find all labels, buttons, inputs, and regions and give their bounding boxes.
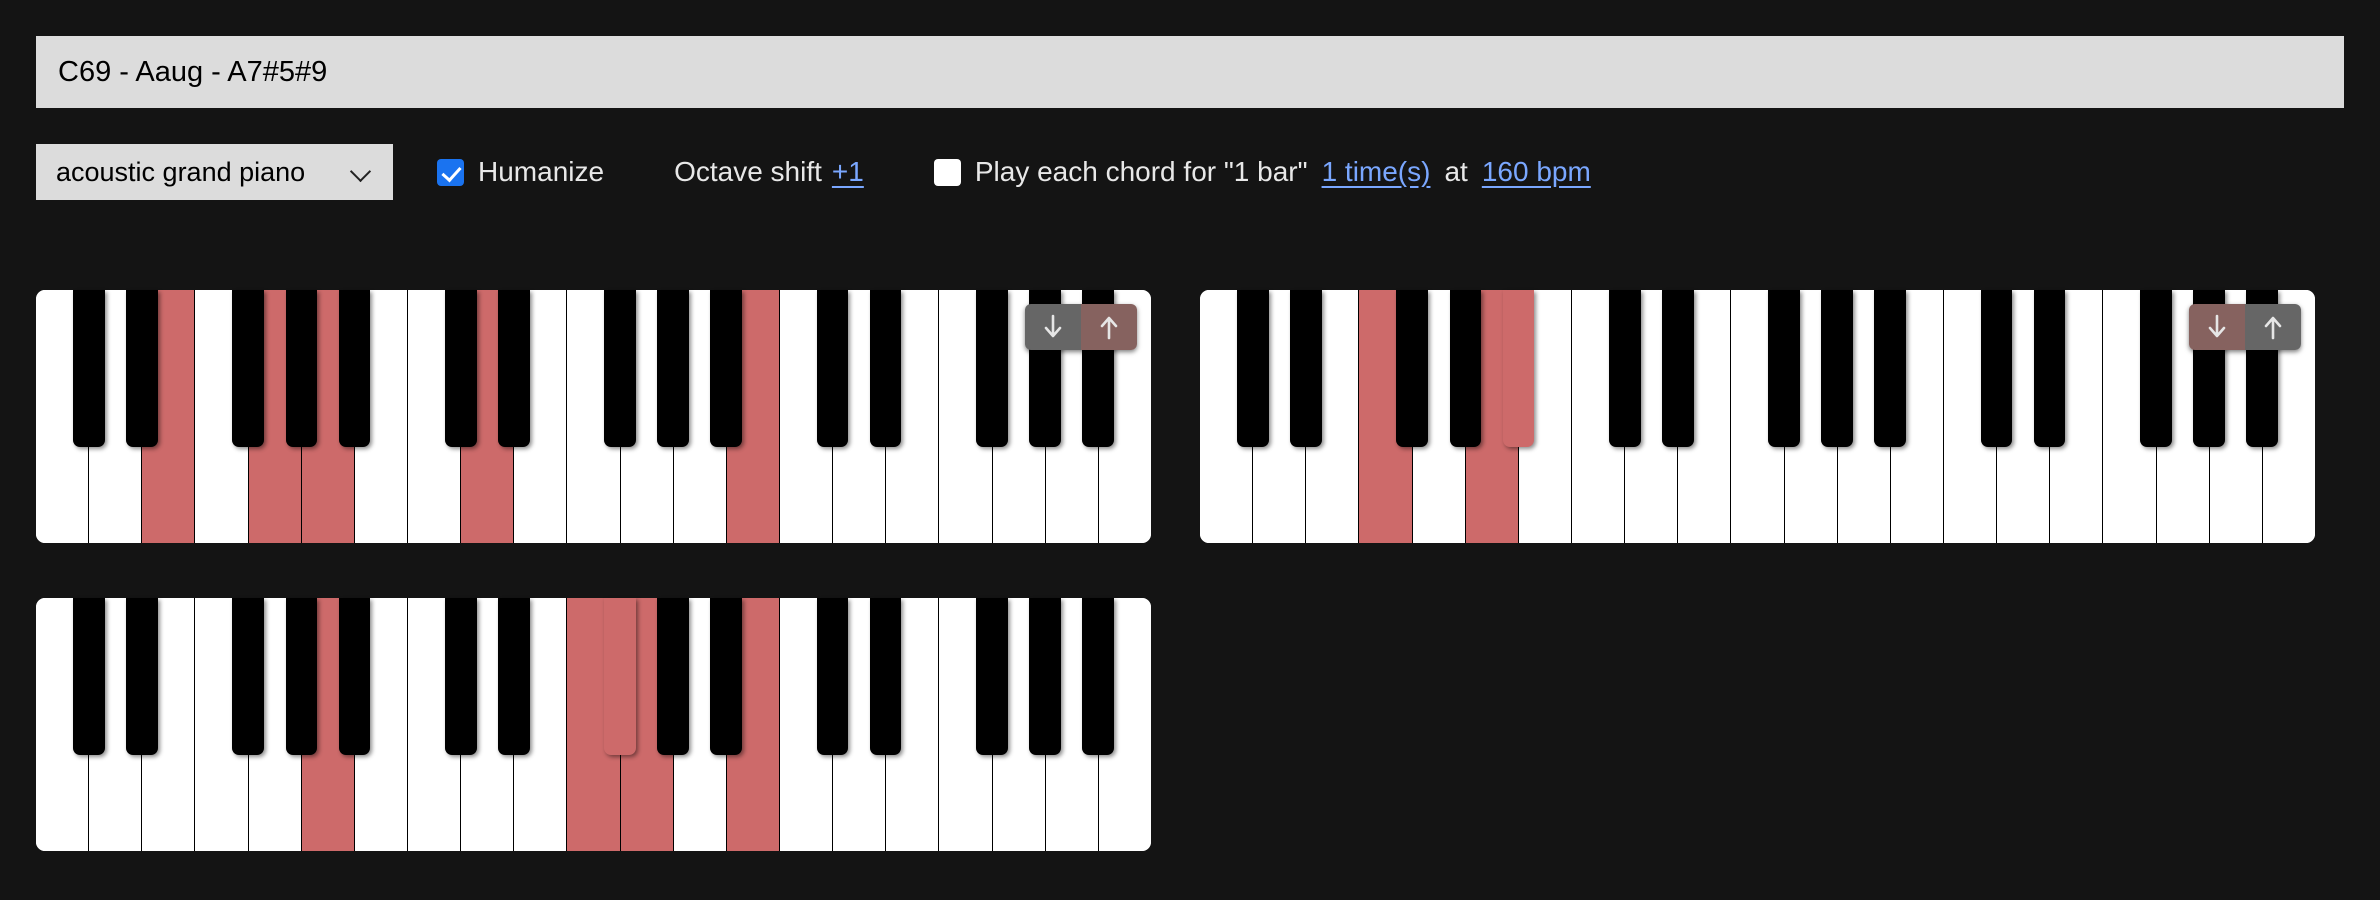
black-key[interactable]: [73, 598, 105, 755]
black-key[interactable]: [1768, 290, 1800, 447]
app-root: acoustic grand piano Humanize Octave shi…: [0, 0, 2380, 900]
black-key[interactable]: [869, 598, 902, 755]
black-key[interactable]: [232, 290, 265, 447]
black-key[interactable]: [1396, 290, 1429, 447]
black-key[interactable]: [816, 290, 849, 447]
black-key[interactable]: [1081, 598, 1114, 755]
humanize-group[interactable]: Humanize: [437, 156, 604, 188]
black-key[interactable]: [497, 598, 530, 755]
black-key-active[interactable]: [604, 598, 636, 755]
piano-keyboard: [36, 598, 1151, 851]
black-key[interactable]: [1290, 290, 1323, 447]
chevron-down-icon: [351, 161, 373, 183]
black-key[interactable]: [2033, 290, 2066, 447]
arrow-down-icon: [1044, 314, 1062, 338]
octave-down-button[interactable]: [2189, 304, 2245, 350]
black-key[interactable]: [2139, 290, 2172, 447]
play-each-chord-label: Play each chord for "1 bar": [974, 156, 1308, 187]
black-key[interactable]: [1237, 290, 1269, 447]
black-key[interactable]: [710, 598, 743, 755]
black-key[interactable]: [338, 290, 371, 447]
chord-progression-input[interactable]: [36, 36, 2344, 108]
black-key[interactable]: [1980, 290, 2013, 447]
octave-shift-label: Octave shift: [674, 156, 822, 187]
black-key[interactable]: [126, 290, 159, 447]
black-key[interactable]: [975, 290, 1008, 447]
instrument-select[interactable]: acoustic grand piano: [36, 144, 393, 200]
octave-arrow-buttons: [2189, 304, 2301, 350]
controls-bar: acoustic grand piano Humanize Octave shi…: [36, 144, 2344, 200]
black-key[interactable]: [444, 598, 477, 755]
octave-shift-group: Octave shift +1: [674, 156, 864, 188]
arrow-up-icon: [2264, 316, 2282, 340]
black-key[interactable]: [1821, 290, 1854, 447]
black-key[interactable]: [710, 290, 743, 447]
black-key[interactable]: [126, 598, 159, 755]
black-key[interactable]: [1661, 290, 1694, 447]
bpm-value[interactable]: 160 bpm: [1482, 156, 1591, 188]
black-key[interactable]: [285, 290, 318, 447]
black-key[interactable]: [285, 598, 318, 755]
instrument-select-value: acoustic grand piano: [56, 156, 306, 187]
octave-down-button[interactable]: [1025, 304, 1081, 350]
black-key[interactable]: [657, 290, 690, 447]
play-at-label: at: [1444, 156, 1468, 187]
piano-keyboard: [1200, 290, 2315, 543]
black-key[interactable]: [816, 598, 849, 755]
black-key[interactable]: [1028, 598, 1061, 755]
black-key[interactable]: [657, 598, 690, 755]
black-key[interactable]: [1874, 290, 1907, 447]
play-times-value[interactable]: 1 time(s): [1322, 156, 1431, 188]
arrow-up-icon: [1100, 316, 1118, 340]
play-each-chord-group: Play each chord for "1 bar" 1 time(s) at…: [933, 156, 1591, 188]
octave-up-button[interactable]: [1081, 304, 1137, 350]
humanize-label: Humanize: [478, 156, 605, 187]
octave-arrow-buttons: [1025, 304, 1137, 350]
black-key[interactable]: [975, 598, 1008, 755]
play-each-chord-checkbox[interactable]: [933, 158, 961, 186]
arrow-down-icon: [2208, 314, 2226, 338]
black-key[interactable]: [604, 290, 636, 447]
humanize-checkbox[interactable]: [437, 158, 464, 186]
octave-up-button[interactable]: [2245, 304, 2301, 350]
octave-shift-value[interactable]: +1: [832, 156, 864, 188]
black-key[interactable]: [73, 290, 105, 447]
piano-keyboard: [36, 290, 1151, 543]
black-key[interactable]: [232, 598, 265, 755]
black-key[interactable]: [338, 598, 371, 755]
black-key[interactable]: [497, 290, 530, 447]
black-key[interactable]: [1449, 290, 1482, 447]
black-key[interactable]: [869, 290, 902, 447]
black-key[interactable]: [1608, 290, 1641, 447]
black-key[interactable]: [444, 290, 477, 447]
black-key-active[interactable]: [1502, 290, 1535, 447]
